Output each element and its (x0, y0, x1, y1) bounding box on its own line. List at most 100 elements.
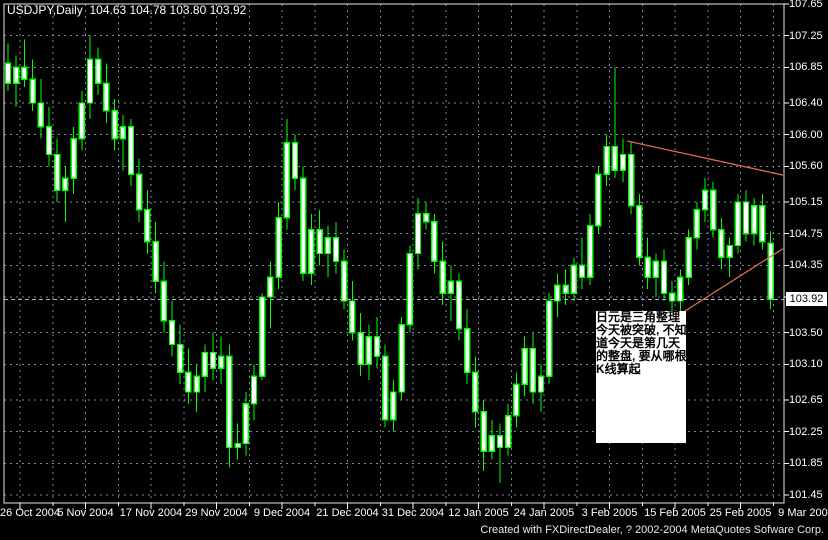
candle-body (751, 205, 758, 235)
x-axis-label: 9 Mar 2005 (778, 507, 828, 519)
candle (12, 55, 20, 107)
candle-body (373, 335, 381, 358)
candle-body (767, 242, 774, 301)
candle (185, 348, 192, 404)
candle-body (201, 351, 209, 377)
candle (349, 281, 356, 341)
y-axis-label: 103.10 (789, 358, 823, 371)
candle-body (217, 355, 225, 369)
candle (250, 364, 258, 420)
candle-body (587, 225, 594, 278)
candle-body (78, 102, 86, 140)
candle-body (603, 145, 610, 175)
y-axis-label: 104.75 (789, 227, 823, 240)
candle (45, 106, 53, 167)
candle-body (554, 284, 561, 302)
candle (595, 166, 602, 234)
candle (767, 231, 774, 309)
candle (496, 423, 504, 484)
candle-body (300, 177, 307, 274)
candle-body (685, 236, 692, 278)
candle (644, 237, 651, 290)
candle-body (168, 320, 176, 346)
candle-body (357, 331, 364, 366)
candle (234, 423, 241, 460)
y-axis-label: 101.85 (789, 457, 823, 470)
candle-body (742, 201, 750, 235)
candle-body (480, 411, 487, 453)
candle (341, 249, 348, 309)
candle (406, 245, 413, 333)
candle (431, 213, 438, 274)
candle-body (259, 296, 266, 377)
candle-body (365, 335, 372, 366)
candle (37, 79, 44, 139)
candle (152, 221, 159, 294)
candle (291, 134, 299, 191)
candle (70, 126, 77, 195)
candle-body (390, 391, 397, 421)
candle (628, 142, 635, 214)
candle-body (160, 280, 168, 322)
candle-body (234, 442, 241, 449)
candle (505, 403, 512, 456)
candle (267, 261, 274, 329)
candle-body (726, 244, 733, 259)
candle-body (127, 126, 135, 175)
candle-body (324, 236, 331, 255)
candle-body (267, 276, 274, 298)
candle (587, 213, 594, 286)
candle (439, 241, 446, 305)
candle (168, 300, 176, 357)
candle-body (226, 355, 233, 449)
candle (611, 67, 618, 179)
candle (316, 209, 323, 266)
candle (382, 344, 389, 428)
candle-body (316, 229, 323, 255)
candle-body (406, 252, 413, 326)
candle-body (488, 434, 495, 453)
candle (275, 201, 282, 290)
candle-body (447, 280, 454, 294)
candle-body (103, 82, 110, 112)
candle (259, 293, 266, 381)
candle (283, 118, 290, 230)
candle-body (628, 153, 635, 207)
candle (135, 158, 143, 222)
y-axis-label: 102.65 (789, 393, 823, 406)
candle (103, 63, 110, 123)
candlestick-chart[interactable] (0, 0, 828, 540)
candle (677, 269, 684, 317)
candle (636, 194, 643, 266)
candle-body (718, 229, 725, 259)
candle-body (570, 264, 577, 294)
y-axis-label: 105.15 (789, 195, 823, 208)
candle (217, 336, 225, 385)
candle-body (472, 371, 479, 413)
current-price-badge: 103.92 (786, 292, 827, 306)
candle-body (209, 351, 217, 369)
candle (537, 364, 545, 412)
candle (94, 47, 102, 96)
candle (209, 332, 217, 381)
candle (546, 293, 553, 385)
candle-body (611, 145, 618, 172)
chart-window: USDJPY,Daily 104.63 104.78 103.80 103.92… (0, 0, 828, 540)
y-axis-label: 106.40 (789, 96, 823, 109)
candle-body (644, 256, 651, 278)
candle (464, 308, 471, 385)
candle-body (414, 213, 422, 255)
candle (685, 229, 692, 286)
annotation-box[interactable]: 日元是三角整理 今天被突破, 不知 道今天是第几天 的整盘, 要从哪根 K线算起 (596, 311, 686, 443)
candle-body (669, 292, 676, 302)
candle (521, 336, 528, 397)
candle-body (135, 173, 143, 211)
candle (455, 273, 463, 341)
candle (603, 134, 610, 187)
y-axis-label: 105.60 (789, 160, 823, 173)
candle-body (37, 102, 44, 128)
candle-body (349, 300, 356, 334)
candle-body (94, 58, 102, 84)
trendline-descending-resistance[interactable] (626, 140, 784, 176)
candle (4, 43, 12, 92)
